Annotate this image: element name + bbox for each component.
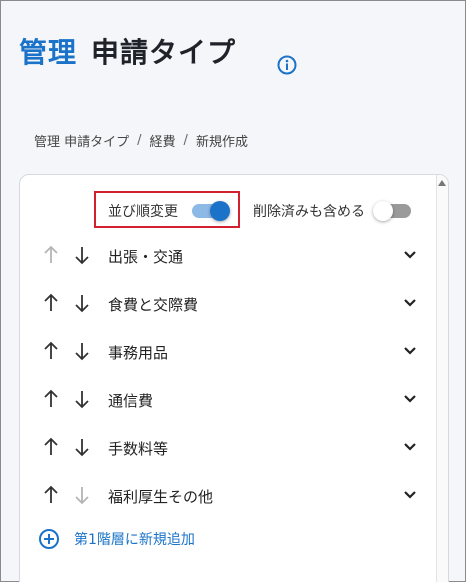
add-first-level-label: 第1階層に新規追加 (74, 532, 195, 548)
arrow-down-icon[interactable] (73, 293, 91, 313)
include-deleted-toggle[interactable] (373, 201, 411, 221)
toggle-knob (210, 201, 230, 221)
list-item-label: 手数料等 (108, 440, 169, 458)
list-item-label: 出張・交通 (108, 248, 184, 266)
sort-toggle-label: 並び順変更 (108, 204, 178, 220)
breadcrumb-item-category[interactable]: 経費 (150, 131, 176, 150)
list-item: 手数料等 (20, 423, 448, 471)
scroll-up-icon[interactable] (438, 180, 446, 186)
list-item: 福利厚生その他 (20, 471, 448, 519)
breadcrumb: 管理 申請タイプ / 経費 / 新規作成 (34, 131, 248, 150)
chevron-down-icon[interactable] (402, 247, 418, 263)
page-header: 管理 申請タイプ (19, 31, 236, 71)
breadcrumb-separator: / (137, 133, 142, 148)
arrow-down-icon (75, 487, 89, 505)
chevron-down-icon[interactable] (402, 343, 418, 359)
list-item-label: 福利厚生その他 (108, 488, 214, 506)
arrow-up-icon[interactable] (42, 389, 60, 409)
list-item-label: 事務用品 (108, 344, 169, 362)
chevron-down-icon[interactable] (402, 487, 418, 503)
arrow-down-icon[interactable] (73, 437, 91, 457)
page-title: 申請タイプ (91, 36, 237, 69)
add-first-level-button[interactable]: 第1階層に新規追加 (38, 528, 195, 550)
arrow-down-icon[interactable] (73, 389, 91, 409)
list-item-label: 通信費 (108, 392, 154, 410)
plus-circle-icon (39, 529, 59, 549)
list-item: 事務用品 (20, 327, 448, 375)
list-item: 食費と交際費 (20, 279, 448, 327)
list-item: 出張・交通 (20, 231, 448, 279)
arrow-up-icon[interactable] (42, 485, 60, 505)
list-item-label: 食費と交際費 (108, 296, 199, 314)
chevron-down-icon[interactable] (402, 391, 418, 407)
breadcrumb-item-root[interactable]: 管理 申請タイプ (34, 131, 129, 150)
info-icon[interactable] (277, 55, 297, 75)
arrow-up-icon[interactable] (42, 437, 60, 457)
page-title-section: 管理 (19, 36, 78, 69)
breadcrumb-separator: / (183, 133, 188, 148)
arrow-up-icon (44, 245, 58, 263)
category-panel: 並び順変更 削除済みも含める 出張・交通 食費と交際費 事務用品 通信費 手数料… (19, 174, 449, 582)
arrow-down-icon[interactable] (73, 245, 91, 265)
arrow-down-icon[interactable] (73, 341, 91, 361)
breadcrumb-item-current: 新規作成 (195, 135, 248, 150)
controls-bar: 並び順変更 削除済みも含める (20, 191, 448, 228)
list-item: 通信費 (20, 375, 448, 423)
chevron-down-icon[interactable] (402, 439, 418, 455)
toggle-knob (373, 201, 393, 221)
sort-toggle[interactable] (192, 201, 230, 221)
include-deleted-label: 削除済みも含める (253, 204, 365, 220)
arrow-up-icon[interactable] (42, 341, 60, 361)
chevron-down-icon[interactable] (402, 295, 418, 311)
arrow-up-icon[interactable] (42, 293, 60, 313)
